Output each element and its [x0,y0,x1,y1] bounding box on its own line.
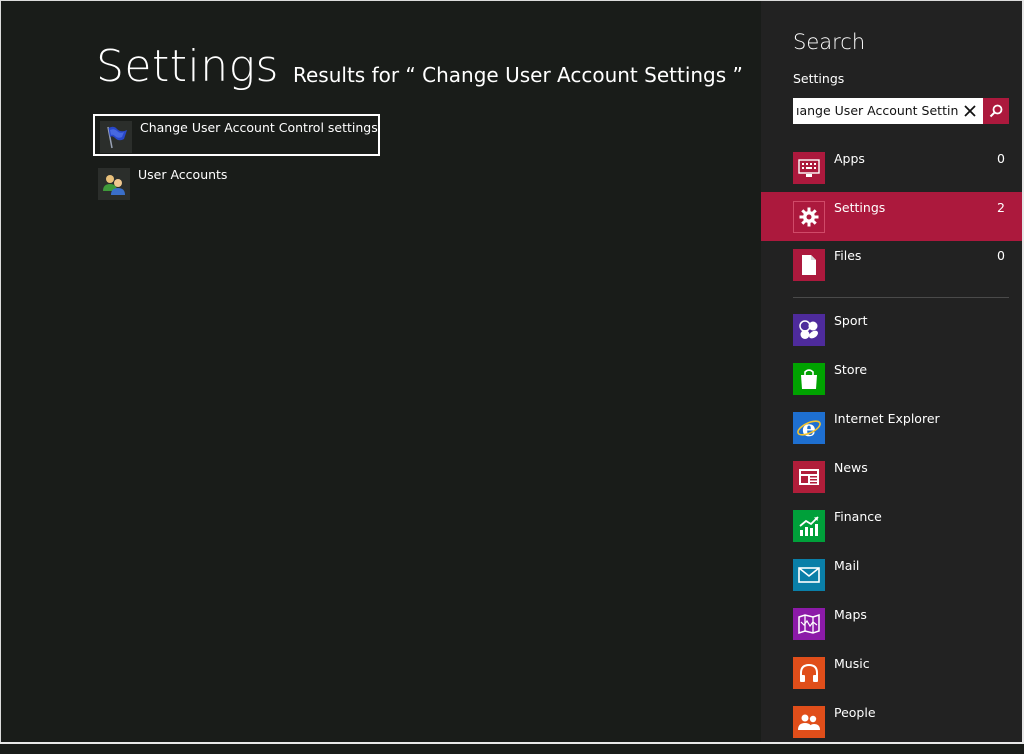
search-input-text: ıange User Account Settings [796,103,959,118]
svg-text:e: e [802,416,816,441]
people-icon [793,706,825,738]
app-label: Sport [834,313,868,328]
scope-label: Files [834,248,862,263]
app-people[interactable]: People [761,705,1024,754]
scope-apps[interactable]: Apps 0 [761,143,1024,192]
uac-flag-icon [100,121,132,153]
result-label: User Accounts [138,167,228,182]
charm-title: Search [793,30,866,54]
store-bag-icon [793,363,825,395]
scope-label: Apps [834,151,865,166]
mail-icon [793,559,825,591]
scope-count: 0 [997,151,1005,166]
app-label: Internet Explorer [834,411,940,426]
page-title: Settings [96,41,279,92]
app-music[interactable]: Music [761,656,1024,705]
apps-keyboard-icon [793,152,825,184]
window-border [0,0,1024,1]
results-pane: Settings Results for “ Change User Accou… [0,0,761,744]
app-internet-explorer[interactable]: e Internet Explorer [761,411,1024,460]
close-icon [964,105,976,117]
scope-count: 0 [997,248,1005,263]
gear-icon [793,201,825,233]
clear-search-button[interactable] [959,98,981,124]
app-finance[interactable]: Finance [761,509,1024,558]
window-border [0,0,1,744]
scope-label: Settings [834,200,886,215]
app-maps[interactable]: Maps [761,607,1024,656]
app-sport[interactable]: Sport [761,313,1024,362]
scope-count: 2 [997,200,1005,215]
app-news[interactable]: News [761,460,1024,509]
search-button[interactable] [983,98,1009,124]
maps-icon [793,608,825,640]
user-accounts-icon [98,168,130,200]
app-label: People [834,705,876,720]
result-item-user-accounts[interactable]: User Accounts [93,163,380,205]
app-label: Finance [834,509,882,524]
app-label: News [834,460,868,475]
app-label: Music [834,656,870,671]
app-label: Store [834,362,868,377]
search-input[interactable]: ıange User Account Settings [793,98,959,124]
finance-chart-icon [793,510,825,542]
headphones-icon [793,657,825,689]
news-icon [793,461,825,493]
scope-files[interactable]: Files 0 [761,240,1024,289]
search-scope-label: Settings [793,71,845,86]
result-label: Change User Account Control settings [140,120,378,135]
file-icon [793,249,825,281]
internet-explorer-icon: e [793,412,825,444]
search-icon [989,104,1003,118]
results-header: Results for “ Change User Account Settin… [293,63,743,87]
divider [793,297,1009,298]
app-label: Mail [834,558,860,573]
scope-settings[interactable]: Settings 2 [761,192,1024,241]
search-box: ıange User Account Settings [793,98,1009,124]
search-charm: Search Settings ıange User Account Setti… [761,0,1024,744]
sport-balls-icon [793,314,825,346]
search-results-screen: Settings Results for “ Change User Accou… [0,0,1024,744]
app-label: Maps [834,607,867,622]
app-mail[interactable]: Mail [761,558,1024,607]
result-item-uac[interactable]: Change User Account Control settings [93,114,380,156]
app-store[interactable]: Store [761,362,1024,411]
